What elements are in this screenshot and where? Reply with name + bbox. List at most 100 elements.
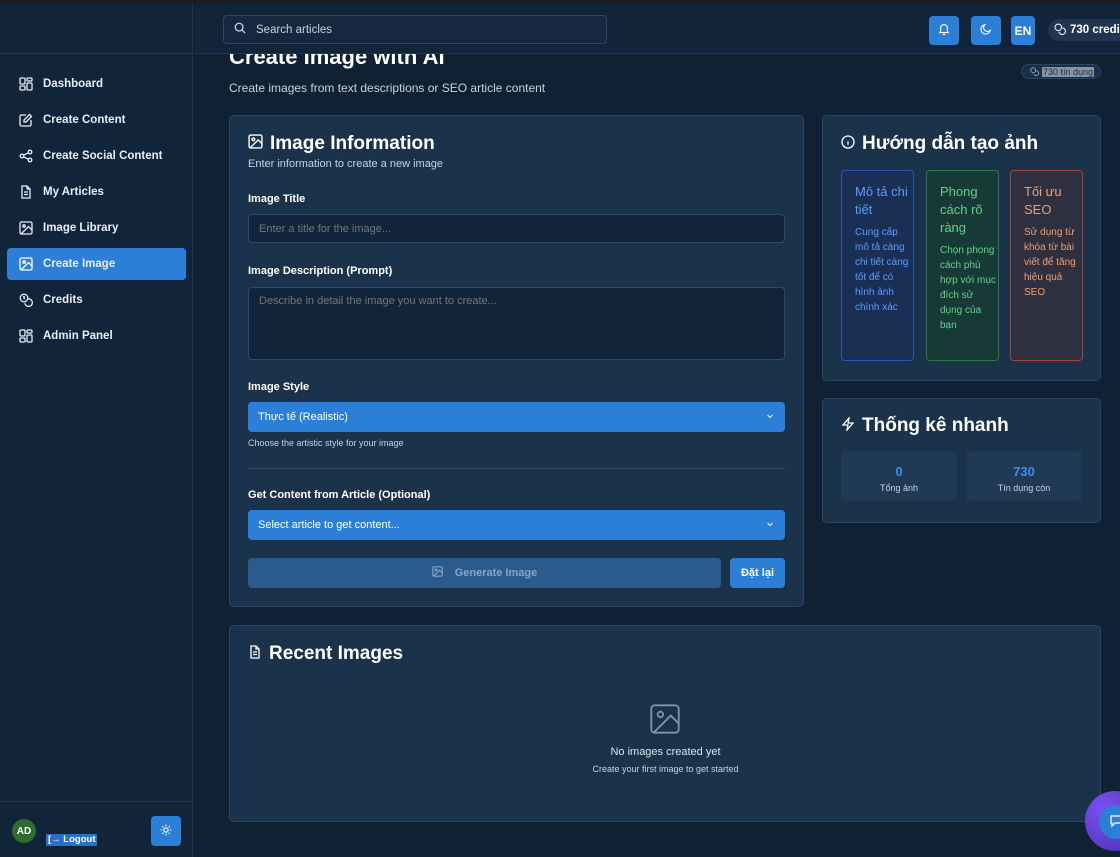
image-icon [248,133,270,155]
moon-icon [980,23,992,38]
article-select-value: Select article to get content... [258,519,400,531]
guide-box-detail: Mô tả chi tiết Cung cấp mô tả càng chi t… [841,170,914,361]
document-icon [248,643,269,665]
style-hint: Choose the artistic style for your image [248,438,404,448]
top-header: Search articles EN 730 credits [194,4,1120,54]
sidebar-item-create-content[interactable]: Create Content [7,104,186,136]
search-icon [234,22,256,37]
page-subtitle: Create images from text descriptions or … [229,81,546,95]
sidebar-item-dashboard[interactable]: Dashboard [7,68,186,100]
image-placeholder-icon [649,703,681,738]
style-select[interactable]: Thực tế (Realistic) [248,402,785,432]
article-select[interactable]: Select article to get content... [248,510,785,540]
card-subtitle: Enter information to create a new image [248,158,444,170]
stat-credits-remaining: 730 Tín dụng còn [966,451,1082,501]
bell-icon [938,23,950,38]
sidebar-footer: AD [→ Logout [0,801,193,857]
theme-settings-button[interactable] [151,816,181,846]
dark-mode-toggle[interactable] [971,16,1001,45]
image-icon [19,257,33,271]
image-information-card: Image Information Enter information to c… [229,115,804,607]
sidebar-item-create-social-content[interactable]: Create Social Content [7,140,186,172]
grid-icon [19,77,33,91]
coins-icon [1030,67,1039,76]
language-button[interactable]: EN [1011,16,1035,45]
sidebar: Dashboard Create Content Create Social C… [0,4,193,857]
info-icon [841,133,862,155]
empty-state-subtitle: Create your first image to get started [592,764,739,774]
generate-image-button[interactable]: Generate Image [248,558,721,588]
sidebar-item-label: Create Content [43,114,126,126]
guide-box-desc: Chọn phong cách phù hợp với mục đích sử … [940,245,996,331]
description-textarea[interactable] [248,287,785,360]
chat-button-inner [1099,805,1120,839]
guide-box-title: Tối ưu SEO [1024,184,1062,217]
credit-badge: 730 tín dụng [1021,64,1102,79]
coins-icon [19,293,33,307]
search-input[interactable]: Search articles [223,15,607,44]
grid-icon [19,329,33,343]
share-icon [19,149,33,163]
image-icon [19,221,33,235]
guide-box-desc: Cung cấp mô tả càng chi tiết càng tốt để… [855,227,909,313]
guide-title-text: Hướng dẫn tạo ảnh [862,133,1039,154]
sidebar-item-label: My Articles [43,186,104,198]
stat-total-images: 0 Tổng ảnh [841,451,957,501]
style-select-value: Thực tế (Realistic) [258,411,348,423]
image-title-input[interactable] [248,214,785,243]
coins-icon [1054,22,1070,38]
header-credits[interactable]: 730 credits [1048,19,1120,41]
description-label: Image Description (Prompt) [248,265,393,277]
sidebar-logo-area [0,4,192,54]
stat-label: Tín dụng còn [997,483,1051,493]
sidebar-item-admin-panel[interactable]: Admin Panel [7,320,186,352]
logout-link[interactable]: [→ Logout [46,834,98,846]
reset-button[interactable]: Đặt lại [730,558,785,588]
recent-title-text: Recent Images [269,643,404,664]
card-title-text: Image Information [270,133,435,154]
search-placeholder: Search articles [256,23,333,36]
guide-card: Hướng dẫn tạo ảnh Mô tả chi tiết Cung cấ… [822,115,1101,381]
document-icon [19,185,33,199]
stat-label: Tổng ảnh [879,483,919,493]
sidebar-item-label: Dashboard [43,78,104,90]
image-title-label: Image Title [248,193,306,205]
sidebar-item-image-library[interactable]: Image Library [7,212,186,244]
lightning-icon [841,415,862,437]
sidebar-item-my-articles[interactable]: My Articles [7,176,186,208]
guide-box-title: Mô tả chi tiết [855,184,908,217]
sidebar-item-credits[interactable]: Credits [7,284,186,316]
sun-icon [160,824,172,839]
credits-text: 730 credits [1070,24,1120,36]
card-title: Hướng dẫn tạo ảnh [841,133,1038,155]
guide-box-style: Phong cách rõ ràng Chọn phong cách phù h… [926,170,999,361]
stats-title-text: Thống kê nhanh [862,415,1009,436]
guide-box-seo: Tối ưu SEO Sử dụng từ khóa từ bài viết đ… [1010,170,1083,361]
article-label: Get Content from Article (Optional) [248,489,431,501]
style-label: Image Style [248,381,310,393]
sidebar-item-label: Create Social Content [43,150,163,162]
empty-state-title: No images created yet [610,746,721,758]
credit-badge-text: 730 tín dụng [1042,66,1095,77]
sidebar-item-label: Credits [43,294,83,306]
form-divider [248,468,785,469]
sidebar-item-create-image[interactable]: Create Image [7,248,186,280]
image-icon [431,566,455,580]
stat-value: 0 [895,464,903,479]
chevron-down-icon [765,519,775,532]
card-title: Image Information [248,133,435,155]
recent-images-card: Recent Images No images created yet Crea… [229,625,1101,822]
chevron-down-icon [765,411,775,424]
quick-stats-card: Thống kê nhanh 0 Tổng ảnh 730 Tín dụng c… [822,398,1101,523]
guide-box-title: Phong cách rõ ràng [940,184,983,235]
chat-icon [1109,814,1120,831]
sidebar-item-label: Admin Panel [43,330,113,342]
card-title: Thống kê nhanh [841,415,1009,437]
sidebar-item-label: Create Image [43,258,116,270]
guide-box-desc: Sử dụng từ khóa từ bài viết để tăng hiệu… [1024,227,1076,298]
card-title: Recent Images [248,643,403,665]
sidebar-item-label: Image Library [43,222,119,234]
notifications-button[interactable] [929,16,959,45]
avatar[interactable]: AD [12,819,36,843]
generate-image-label: Generate Image [454,567,538,579]
